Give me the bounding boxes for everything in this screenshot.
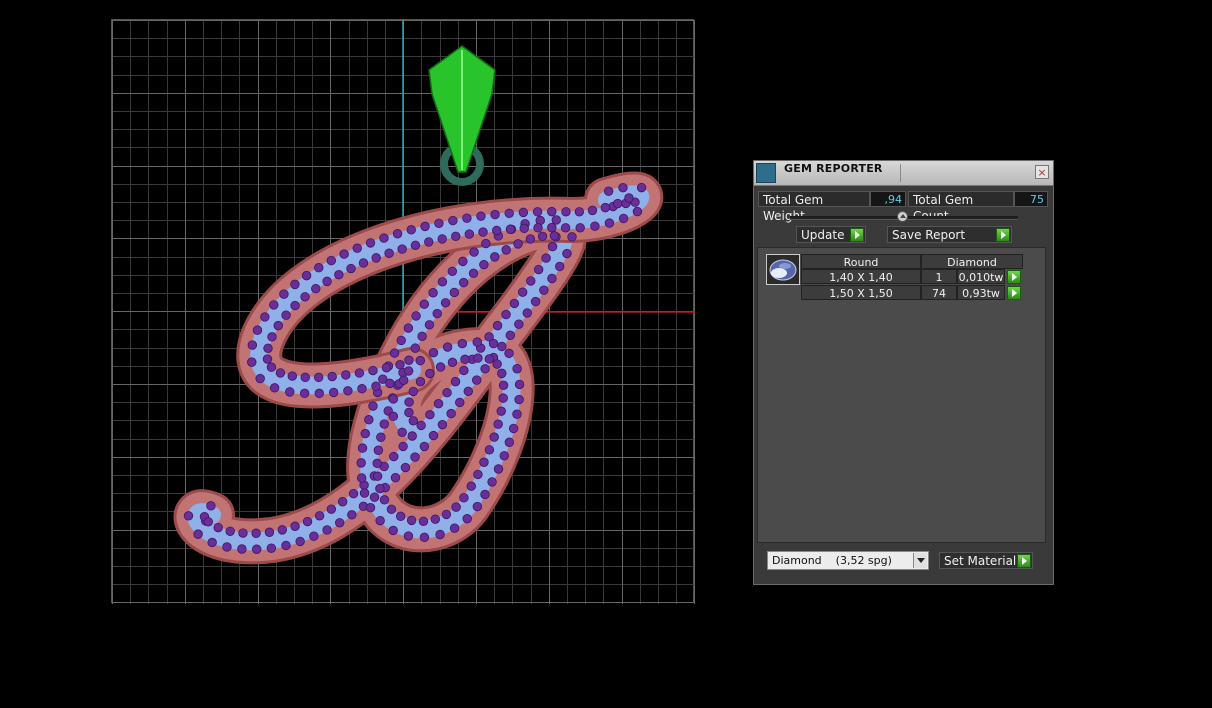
material-select[interactable]: Diamond (3,52 spg) <box>767 551 929 570</box>
save-report-go-icon[interactable] <box>996 228 1010 242</box>
title-separator <box>900 164 901 182</box>
shape-column-header: Round <box>801 254 921 269</box>
total-gem-count-value: 75 <box>1014 191 1048 207</box>
gem-reporter-panel: GEM REPORTER × Total Gem Weight ,94 Tota… <box>753 160 1054 585</box>
set-material-button-label: Set Material <box>944 554 1017 568</box>
chevron-down-icon[interactable] <box>913 553 927 568</box>
update-go-icon[interactable] <box>850 228 864 242</box>
gem-list[interactable]: Round Diamond 1,40 X 1,40 1 0,010tw 1,50… <box>757 247 1046 543</box>
set-material-go-icon[interactable] <box>1017 554 1031 568</box>
close-icon[interactable]: × <box>1035 165 1049 179</box>
update-button-label: Update <box>801 228 845 242</box>
material-select-value: Diamond (3,52 spg) <box>772 554 892 567</box>
gem-reporter-app-icon <box>756 163 776 183</box>
row-select-icon[interactable] <box>1007 286 1021 300</box>
gem-reporter-titlebar[interactable]: GEM REPORTER × <box>754 161 1053 186</box>
gem-count-cell: 74 <box>921 285 957 300</box>
total-gem-weight-label: Total Gem Weight <box>758 191 870 223</box>
row-select-icon[interactable] <box>1007 270 1021 284</box>
gem-weight-cell: 0,93tw <box>957 285 1005 300</box>
total-gem-count-label: Total Gem Count <box>908 191 1014 223</box>
save-report-button-label: Save Report <box>892 228 966 242</box>
panel-slider-knob[interactable] <box>897 211 908 222</box>
pendant-scene <box>112 20 695 604</box>
gem-weight-cell: 0,010tw <box>957 269 1005 284</box>
material-column-header: Diamond <box>921 254 1023 269</box>
set-material-button[interactable]: Set Material <box>939 552 1033 569</box>
gem-count-cell: 1 <box>921 269 957 284</box>
gem-size-cell: 1,50 X 1,50 <box>801 285 921 300</box>
save-report-button[interactable]: Save Report <box>887 226 1012 243</box>
round-diamond-icon[interactable] <box>766 254 800 285</box>
total-gem-weight-value: ,94 <box>870 191 906 207</box>
update-button[interactable]: Update <box>796 226 866 243</box>
gem-size-cell: 1,40 X 1,40 <box>801 269 921 284</box>
3d-viewport[interactable] <box>111 19 695 604</box>
panel-title: GEM REPORTER <box>784 162 883 175</box>
